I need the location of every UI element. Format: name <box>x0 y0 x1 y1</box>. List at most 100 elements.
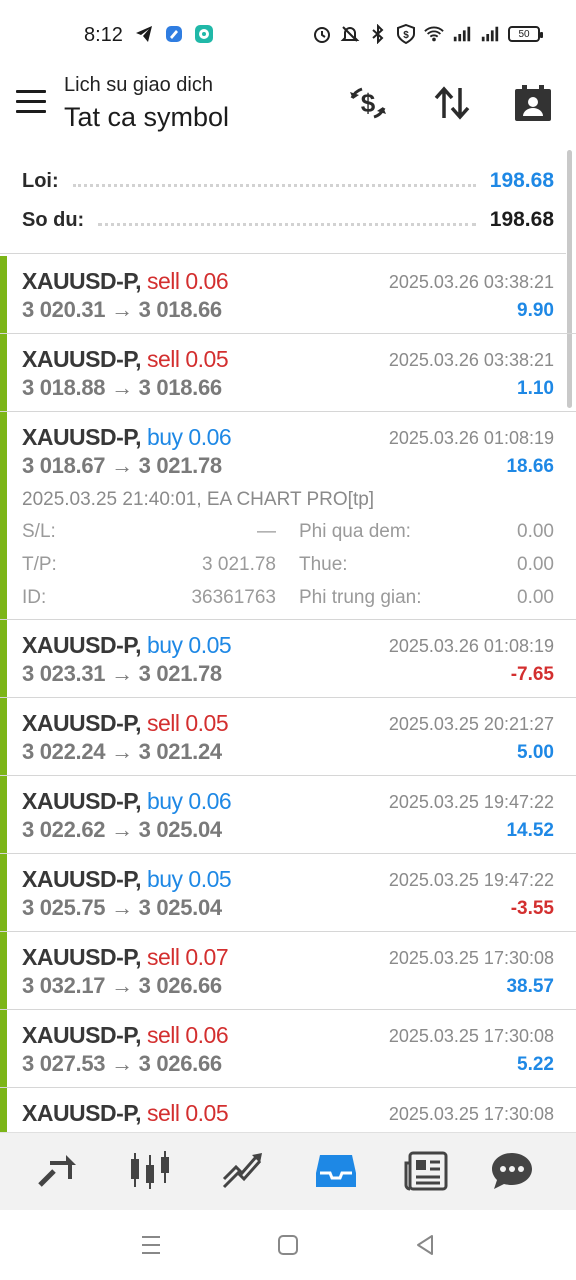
profit-row: Loi: 198.68 <box>22 166 554 196</box>
deal-symbol: XAUUSD-P, buy 0.05 <box>22 632 232 659</box>
chat-icon[interactable] <box>490 1151 534 1191</box>
deal-time: 2025.03.26 03:38:21 <box>388 350 554 370</box>
deals-list[interactable]: XAUUSD-P, sell 0.06 3 020.31 → 3 018.66 20… <box>0 256 576 1132</box>
deal-type: buy <box>146 632 183 658</box>
arrow-right-icon: → <box>111 297 133 322</box>
deal-row[interactable]: XAUUSD-P, sell 0.05 2025.03.25 17:30:08 <box>0 1088 576 1132</box>
home-icon[interactable] <box>275 1232 301 1258</box>
deal-row[interactable]: XAUUSD-P, buy 0.05 3 025.75 → 3 025.04 202… <box>0 854 576 932</box>
deal-time: 2025.03.25 20:21:27 <box>388 714 554 734</box>
arrow-right-icon: → <box>111 973 133 998</box>
menu-icon[interactable] <box>16 90 48 116</box>
mute-icon <box>340 24 360 44</box>
trade-icon[interactable] <box>222 1151 266 1191</box>
deal-time: 2025.03.26 01:08:19 <box>388 636 554 656</box>
id-value: 36361763 <box>191 587 276 608</box>
deal-volume: 0.07 <box>185 944 229 970</box>
deal-type: buy <box>146 866 183 892</box>
deal-symbol: XAUUSD-P, sell 0.05 <box>22 1100 229 1127</box>
id-label: ID: <box>22 587 47 608</box>
wifi-icon <box>424 24 444 44</box>
quotes-icon[interactable] <box>36 1151 80 1191</box>
deal-prices: 3 022.62 → 3 025.04 <box>22 817 222 843</box>
system-navigation <box>0 1210 576 1280</box>
battery-icon: 50 <box>508 26 543 42</box>
deal-volume: 0.05 <box>185 1100 229 1126</box>
deal-row[interactable]: XAUUSD-P, buy 0.05 3 023.31 → 3 021.78 202… <box>0 620 576 698</box>
deal-profit: 18.66 <box>506 456 554 477</box>
back-icon[interactable] <box>412 1232 438 1258</box>
calendar-icon[interactable] <box>513 84 553 122</box>
chart-icon[interactable] <box>128 1151 172 1191</box>
deal-type: sell <box>146 710 180 736</box>
header-subtitle: Lich su giao dich <box>64 74 213 96</box>
deal-time: 2025.03.26 01:08:19 <box>388 428 554 448</box>
commission-label: Phi trung gian: <box>299 587 422 608</box>
deal-volume: 0.06 <box>185 268 229 294</box>
app-header: Lich su giao dich Tat ca symbol $ <box>0 70 576 150</box>
deal-row[interactable]: XAUUSD-P, buy 0.06 3 018.67 → 3 021.78 202… <box>0 412 576 620</box>
deal-symbol: XAUUSD-P, sell 0.05 <box>22 710 229 737</box>
deal-time: 2025.03.25 17:30:08 <box>388 1026 554 1046</box>
deal-volume: 0.05 <box>185 346 229 372</box>
deal-prices: 3 032.17 → 3 026.66 <box>22 973 222 999</box>
signal-icon <box>452 24 472 44</box>
deal-symbol-name: XAUUSD-P, <box>22 632 142 658</box>
deal-profit: 38.57 <box>506 976 554 997</box>
deal-close-price: 3 018.66 <box>138 297 223 322</box>
deal-row[interactable]: XAUUSD-P, sell 0.07 3 032.17 → 3 026.66 20… <box>0 932 576 1010</box>
svg-text:$: $ <box>403 30 409 41</box>
arrow-right-icon: → <box>111 739 133 764</box>
swap-label: Phi qua dem: <box>299 521 411 542</box>
deal-prices: 3 018.88 → 3 018.66 <box>22 375 222 401</box>
svg-text:$: $ <box>361 88 376 118</box>
deal-open-price: 3 018.88 <box>22 375 106 400</box>
deal-row[interactable]: XAUUSD-P, sell 0.06 3 020.31 → 3 018.66 20… <box>0 256 576 334</box>
alarm-icon <box>312 24 332 44</box>
deal-time: 2025.03.26 03:38:21 <box>388 272 554 292</box>
deal-row[interactable]: XAUUSD-P, sell 0.05 3 022.24 → 3 021.24 20… <box>0 698 576 776</box>
deal-type: buy <box>146 788 183 814</box>
status-bar: 8:12 $ 50 <box>0 0 576 70</box>
deal-symbol: XAUUSD-P, sell 0.05 <box>22 346 229 373</box>
sort-icon[interactable] <box>432 84 472 122</box>
balance-label: So du: <box>22 208 85 231</box>
commission-value: 0.00 <box>517 587 554 608</box>
deal-row[interactable]: XAUUSD-P, sell 0.05 3 018.88 → 3 018.66 20… <box>0 334 576 412</box>
deal-row[interactable]: XAUUSD-P, buy 0.06 3 022.62 → 3 025.04 202… <box>0 776 576 854</box>
deal-row[interactable]: XAUUSD-P, sell 0.06 3 027.53 → 3 026.66 20… <box>0 1010 576 1088</box>
deal-symbol: XAUUSD-P, buy 0.06 <box>22 424 232 451</box>
balance-row: So du: 198.68 <box>22 205 554 235</box>
arrow-right-icon: → <box>111 661 133 686</box>
deal-symbol-name: XAUUSD-P, <box>22 944 142 970</box>
deal-time: 2025.03.25 17:30:08 <box>388 1104 554 1124</box>
sl-value: — <box>257 521 276 542</box>
deal-type: buy <box>146 424 183 450</box>
deal-close-price: 3 025.04 <box>138 817 223 842</box>
deal-volume: 0.05 <box>188 866 232 892</box>
deal-symbol-name: XAUUSD-P, <box>22 788 142 814</box>
news-icon[interactable] <box>404 1151 448 1191</box>
deal-open-price: 3 018.67 <box>22 453 106 478</box>
battery-level: 50 <box>518 28 530 40</box>
deal-type: sell <box>146 346 180 372</box>
deal-profit: -7.65 <box>510 664 554 685</box>
tp-label: T/P: <box>22 554 57 575</box>
deal-profit: 9.90 <box>517 300 554 321</box>
history-icon[interactable] <box>314 1151 358 1191</box>
deal-volume: 0.05 <box>188 632 232 658</box>
deal-close-price: 3 026.66 <box>138 973 223 998</box>
currency-exchange-icon[interactable]: $ <box>348 84 388 122</box>
deal-open-price: 3 022.62 <box>22 817 106 842</box>
recent-apps-icon[interactable] <box>138 1232 164 1258</box>
deal-prices: 3 027.53 → 3 026.66 <box>22 1051 222 1077</box>
deal-volume: 0.06 <box>188 424 232 450</box>
deal-close-price: 3 025.04 <box>138 895 223 920</box>
deal-symbol-name: XAUUSD-P, <box>22 424 142 450</box>
telegram-icon <box>134 24 154 44</box>
deal-symbol-name: XAUUSD-P, <box>22 346 142 372</box>
sl-label: S/L: <box>22 521 56 542</box>
deal-symbol: XAUUSD-P, sell 0.06 <box>22 1022 229 1049</box>
page-title[interactable]: Tat ca symbol <box>64 102 229 133</box>
deal-volume: 0.06 <box>185 1022 229 1048</box>
